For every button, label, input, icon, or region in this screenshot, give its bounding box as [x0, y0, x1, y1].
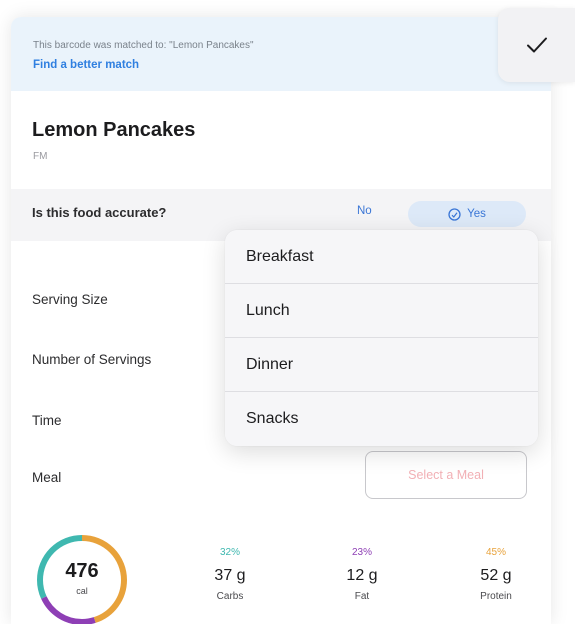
macro-fat-amount: 12 g — [346, 567, 378, 584]
time-label: Time — [32, 413, 62, 428]
accuracy-yes-button[interactable]: Yes — [408, 201, 526, 227]
calorie-unit: cal — [76, 586, 88, 596]
macro-carbs-amount: 37 g — [214, 567, 246, 584]
accuracy-question: Is this food accurate? — [32, 205, 167, 220]
macro-carbs-percent: 32% — [219, 547, 240, 558]
number-of-servings-label: Number of Servings — [32, 352, 152, 367]
macro-fat-name: Fat — [354, 591, 370, 602]
macro-protein-percent: 45% — [485, 547, 506, 558]
serving-size-label: Serving Size — [32, 292, 108, 307]
meal-option-lunch[interactable]: Lunch — [225, 284, 538, 338]
find-better-match-link[interactable]: Find a better match — [33, 59, 139, 71]
macro-fat: 23% 12 g Fat — [327, 547, 397, 602]
macro-carbs: 32% 37 g Carbs — [195, 547, 265, 602]
calorie-ring: 476 cal — [34, 532, 130, 624]
accuracy-yes-label: Yes — [467, 208, 486, 220]
meal-dropdown-menu: Breakfast Lunch Dinner Snacks — [225, 230, 538, 446]
macro-protein-amount: 52 g — [480, 567, 512, 584]
barcode-match-banner: This barcode was matched to: "Lemon Panc… — [11, 17, 551, 91]
meal-label: Meal — [32, 470, 62, 485]
accuracy-no-button[interactable]: No — [357, 205, 372, 217]
meal-select-field[interactable]: Select a Meal — [365, 451, 527, 499]
meal-option-dinner[interactable]: Dinner — [225, 338, 538, 392]
barcode-match-text: This barcode was matched to: "Lemon Panc… — [33, 40, 254, 51]
calorie-value: 476 — [65, 560, 99, 582]
checkmark-icon — [526, 36, 548, 54]
thumbs-up-icon — [448, 207, 461, 221]
macro-fat-percent: 23% — [351, 547, 372, 558]
food-brand: FM — [33, 151, 48, 162]
done-button[interactable] — [498, 8, 575, 82]
meal-option-breakfast[interactable]: Breakfast — [225, 230, 538, 284]
macro-carbs-name: Carbs — [216, 591, 244, 602]
macro-protein-name: Protein — [480, 591, 512, 602]
food-title: Lemon Pancakes — [32, 119, 196, 141]
meal-option-snacks[interactable]: Snacks — [225, 392, 538, 446]
macro-protein: 45% 52 g Protein — [461, 547, 531, 602]
